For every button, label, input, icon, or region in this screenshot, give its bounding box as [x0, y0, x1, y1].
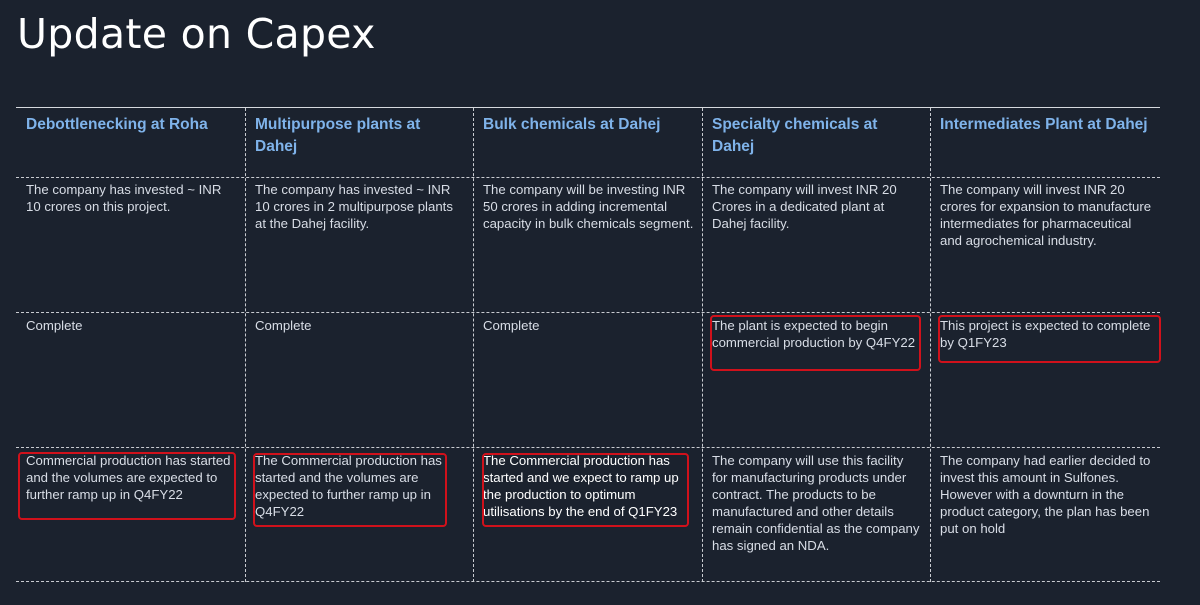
column-heading-multipurpose: Multipurpose plants at Dahej: [255, 116, 421, 155]
highlight-box-bulk-remarks: [482, 453, 689, 527]
row-divider: [16, 447, 1160, 448]
highlight-box-intermediates-status: [938, 315, 1161, 363]
row-divider: [16, 312, 1160, 313]
column-heading-intermediates: Intermediates Plant at Dahej: [940, 116, 1148, 133]
investment-cell-bulk: The company will be investing INR 50 cro…: [483, 182, 694, 231]
status-cell-roha: Complete: [26, 318, 83, 333]
highlight-box-specialty-status: [710, 315, 921, 371]
highlight-box-roha-remarks: [18, 452, 236, 520]
investment-cell-specialty: The company will invest INR 20 Crores in…: [712, 182, 897, 231]
remarks-cell-specialty: The company will use this facility for m…: [712, 453, 920, 553]
column-heading-bulk: Bulk chemicals at Dahej: [483, 116, 661, 133]
status-cell-multipurpose: Complete: [255, 318, 312, 333]
highlight-box-multipurpose-remarks: [253, 453, 447, 527]
row-divider: [16, 177, 1160, 178]
column-heading-specialty: Specialty chemicals at Dahej: [712, 116, 878, 155]
row-divider: [16, 581, 1160, 582]
column-heading-roha: Debottlenecking at Roha: [26, 116, 208, 133]
page-title: Update on Capex: [17, 10, 376, 58]
investment-cell-roha: The company has invested ~ INR 10 crores…: [26, 182, 222, 214]
investment-cell-multipurpose: The company has invested ~ INR 10 crores…: [255, 182, 453, 231]
status-cell-bulk: Complete: [483, 318, 540, 333]
capex-table: Debottlenecking at Roha The company has …: [16, 108, 1161, 582]
remarks-cell-intermediates: The company had earlier decided to inves…: [940, 453, 1151, 536]
investment-cell-intermediates: The company will invest INR 20 crores fo…: [940, 182, 1152, 248]
